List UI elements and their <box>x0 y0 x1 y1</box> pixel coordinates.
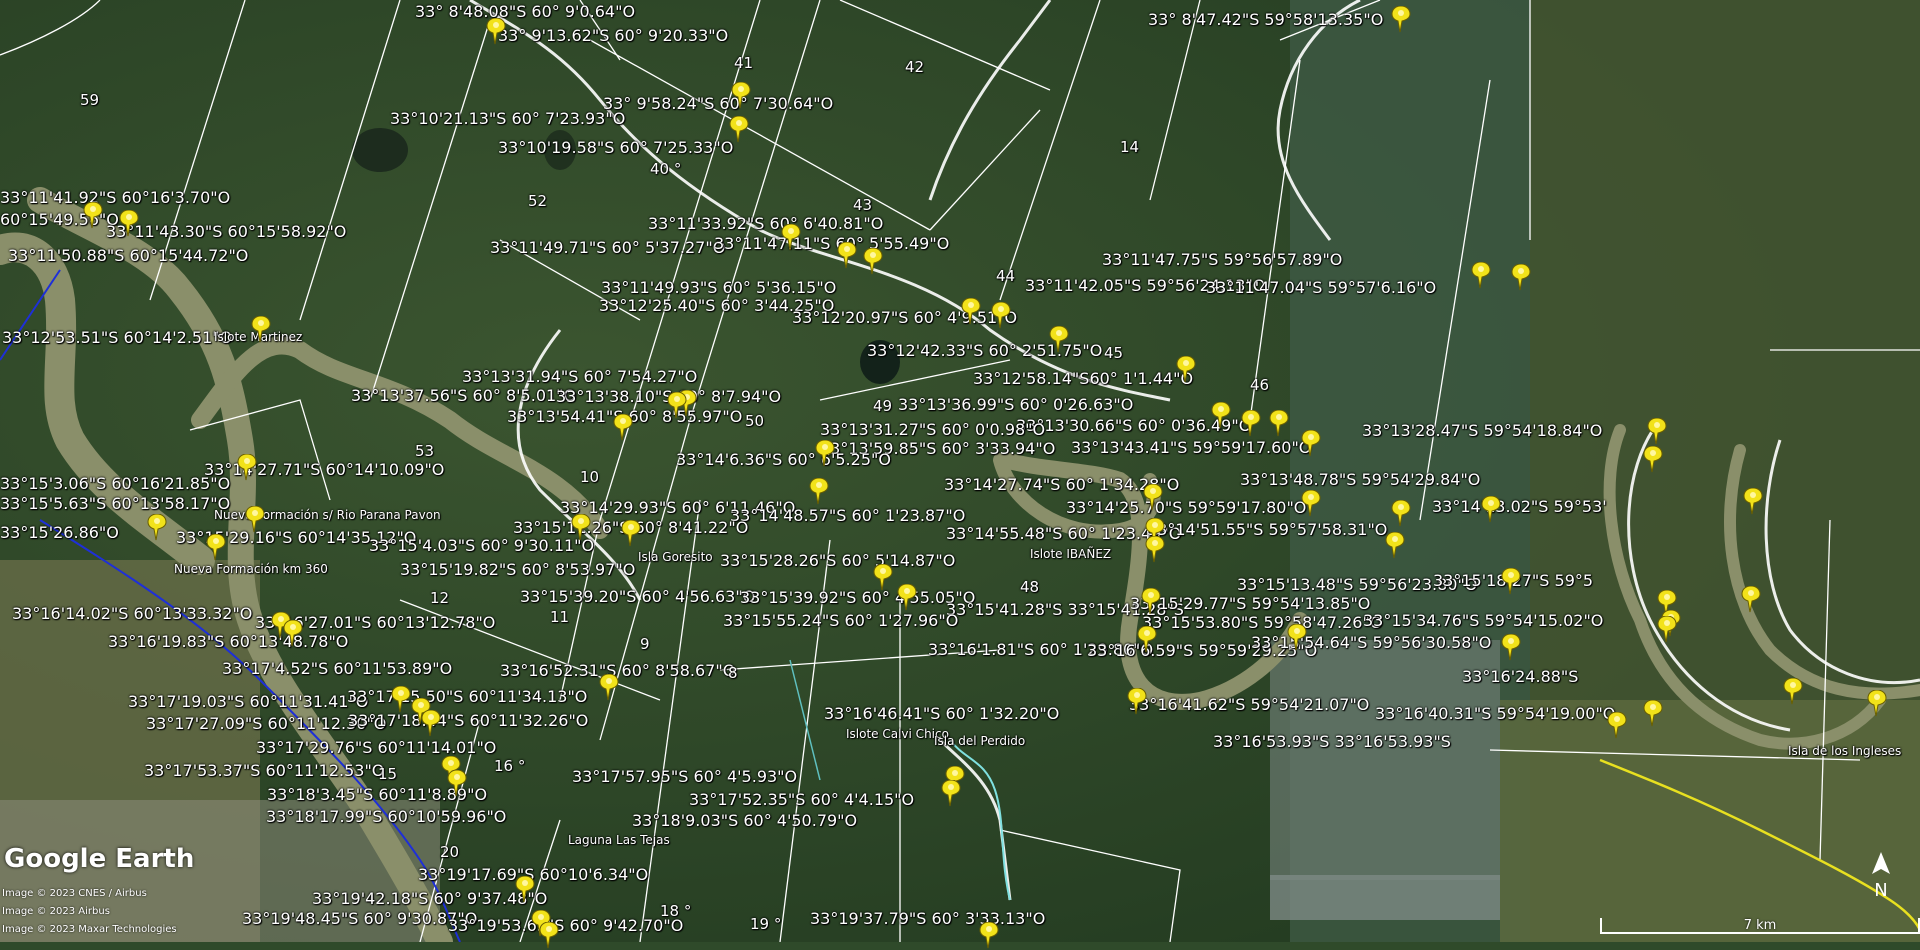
placemark-pin-icon[interactable] <box>896 584 918 612</box>
placemark-pin-icon[interactable] <box>1782 678 1804 706</box>
placemark-pin-icon[interactable] <box>814 440 836 468</box>
placemark-pin-icon[interactable] <box>780 224 802 252</box>
placemark-pin-icon[interactable] <box>1390 500 1412 528</box>
placemark-pin-icon[interactable] <box>1240 410 1262 438</box>
north-arrow-icon: N <box>1872 852 1890 901</box>
placemark-pin-icon[interactable] <box>1642 446 1664 474</box>
placemark-pin-icon[interactable] <box>1470 262 1492 290</box>
placemark-pin-icon[interactable] <box>666 392 688 420</box>
placemark-pin-icon[interactable] <box>1510 264 1532 292</box>
placemark-pin-icon[interactable] <box>1480 496 1502 524</box>
placemark-pin-icon[interactable] <box>872 564 894 592</box>
north-compass[interactable]: N <box>1868 852 1894 902</box>
placemark-pin-icon[interactable] <box>1500 568 1522 596</box>
placemark-pin-icon[interactable] <box>390 686 412 714</box>
google-earth-logo: Google Earth <box>4 844 195 874</box>
imagery-credit: Image © 2023 Maxar Technologies <box>2 924 177 935</box>
placemark-pin-icon[interactable] <box>1126 688 1148 716</box>
placemark-pin-icon[interactable] <box>730 82 752 110</box>
lagoon <box>544 130 576 170</box>
placemark-pin-icon[interactable] <box>1606 712 1628 740</box>
placemark-pin-icon[interactable] <box>1866 690 1888 718</box>
placemark-pin-icon[interactable] <box>250 316 272 344</box>
placemark-pin-icon[interactable] <box>620 520 642 548</box>
placemark-pin-icon[interactable] <box>1646 418 1668 446</box>
placemark-pin-icon[interactable] <box>1300 430 1322 458</box>
placemark-pin-icon[interactable] <box>118 210 140 238</box>
placemark-pin-icon[interactable] <box>990 302 1012 330</box>
placemark-pin-icon[interactable] <box>1642 700 1664 728</box>
scale-label: 7 km <box>1743 918 1777 933</box>
placemark-pin-icon[interactable] <box>1300 490 1322 518</box>
placemark-pin-icon[interactable] <box>1500 634 1522 662</box>
placemark-pin-icon[interactable] <box>538 922 560 950</box>
placemark-pin-icon[interactable] <box>485 18 507 46</box>
placemark-pin-icon[interactable] <box>1142 484 1164 512</box>
placemark-pin-icon[interactable] <box>570 514 592 542</box>
placemark-pin-icon[interactable] <box>1268 410 1290 438</box>
placemark-pin-icon[interactable] <box>146 514 168 542</box>
placemark-pin-icon[interactable] <box>446 770 468 798</box>
placemark-pin-icon[interactable] <box>420 710 442 738</box>
placemark-pin-icon[interactable] <box>282 620 304 648</box>
placemark-pin-icon[interactable] <box>1656 616 1678 644</box>
placemark-pin-icon[interactable] <box>862 248 884 276</box>
lagoon <box>860 340 900 384</box>
terrain-patch <box>1270 640 1500 880</box>
lagoon <box>352 128 408 172</box>
placemark-pin-icon[interactable] <box>960 298 982 326</box>
placemark-pin-icon[interactable] <box>1175 356 1197 384</box>
placemark-pin-icon[interactable] <box>514 876 536 904</box>
placemark-pin-icon[interactable] <box>1144 536 1166 564</box>
placemark-pin-icon[interactable] <box>1742 488 1764 516</box>
placemark-pin-icon[interactable] <box>1384 532 1406 560</box>
scale-bar: 7 km <box>1600 918 1920 934</box>
placemark-pin-icon[interactable] <box>1048 326 1070 354</box>
placemark-pin-icon[interactable] <box>598 674 620 702</box>
placemark-pin-icon[interactable] <box>244 506 266 534</box>
placemark-pin-icon[interactable] <box>236 454 258 482</box>
terrain-patch <box>1500 700 1920 942</box>
placemark-pin-icon[interactable] <box>612 414 634 442</box>
placemark-pin-icon[interactable] <box>978 922 1000 950</box>
placemark-pin-icon[interactable] <box>808 478 830 506</box>
placemark-pin-icon[interactable] <box>940 780 962 808</box>
imagery-credit: Image © 2023 CNES / Airbus <box>2 888 147 899</box>
placemark-pin-icon[interactable] <box>1286 624 1308 652</box>
placemark-pin-icon[interactable] <box>1740 586 1762 614</box>
placemark-pin-icon[interactable] <box>1140 588 1162 616</box>
placemark-pin-icon[interactable] <box>728 116 750 144</box>
placemark-pin-icon[interactable] <box>836 242 858 270</box>
placemark-pin-icon[interactable] <box>205 534 227 562</box>
terrain-patch <box>1270 875 1500 920</box>
imagery-credit: Image © 2023 Airbus <box>2 906 110 917</box>
placemark-pin-icon[interactable] <box>1210 402 1232 430</box>
placemark-pin-icon[interactable] <box>1136 626 1158 654</box>
placemark-pin-icon[interactable] <box>82 202 104 230</box>
placemark-pin-icon[interactable] <box>1390 6 1412 34</box>
north-label: N <box>1874 880 1887 901</box>
